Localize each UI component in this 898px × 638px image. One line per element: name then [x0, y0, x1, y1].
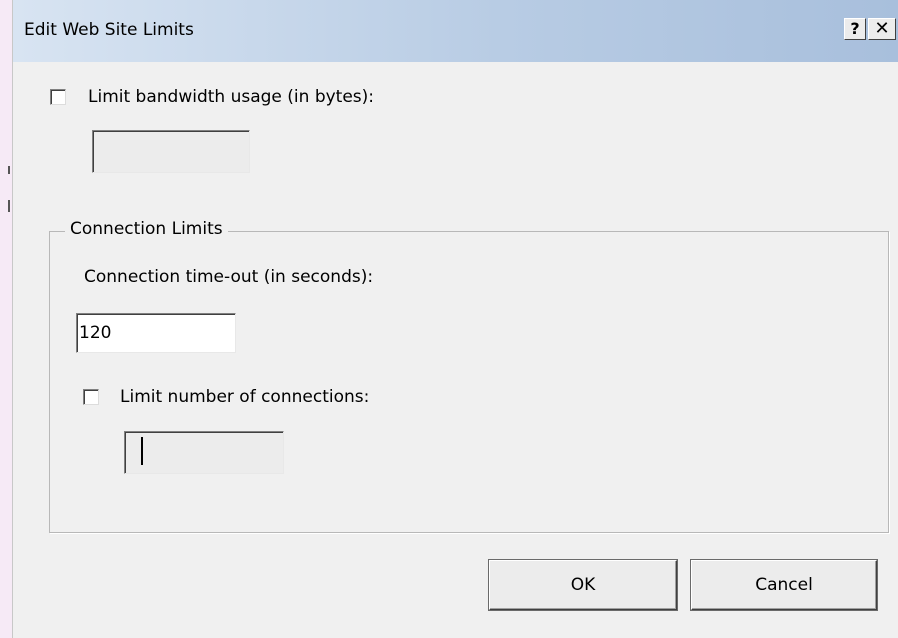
- connection-timeout-label: Connection time-out (in seconds):: [84, 267, 374, 287]
- background-mark: [8, 200, 10, 212]
- close-button[interactable]: ✕: [868, 18, 896, 40]
- connection-timeout-input[interactable]: [76, 313, 236, 353]
- window-title: Edit Web Site Limits: [24, 20, 194, 40]
- limit-connections-label: Limit number of connections:: [120, 387, 370, 407]
- limit-connections-input[interactable]: [124, 431, 284, 474]
- edit-web-site-limits-dialog: Edit Web Site Limits ? ✕ Limit bandwidth…: [12, 0, 898, 638]
- ok-button[interactable]: OK: [489, 560, 677, 610]
- background-mark: [8, 166, 10, 174]
- bandwidth-input[interactable]: [92, 130, 250, 173]
- limit-bandwidth-label: Limit bandwidth usage (in bytes):: [88, 87, 375, 107]
- connection-limits-title: Connection Limits: [65, 219, 228, 239]
- title-bar[interactable]: Edit Web Site Limits ? ✕: [13, 0, 898, 62]
- limit-bandwidth-checkbox[interactable]: [50, 89, 66, 105]
- cancel-button[interactable]: Cancel: [691, 560, 877, 610]
- help-button[interactable]: ?: [844, 18, 866, 40]
- limit-connections-checkbox[interactable]: [83, 389, 99, 405]
- text-caret: [141, 437, 143, 465]
